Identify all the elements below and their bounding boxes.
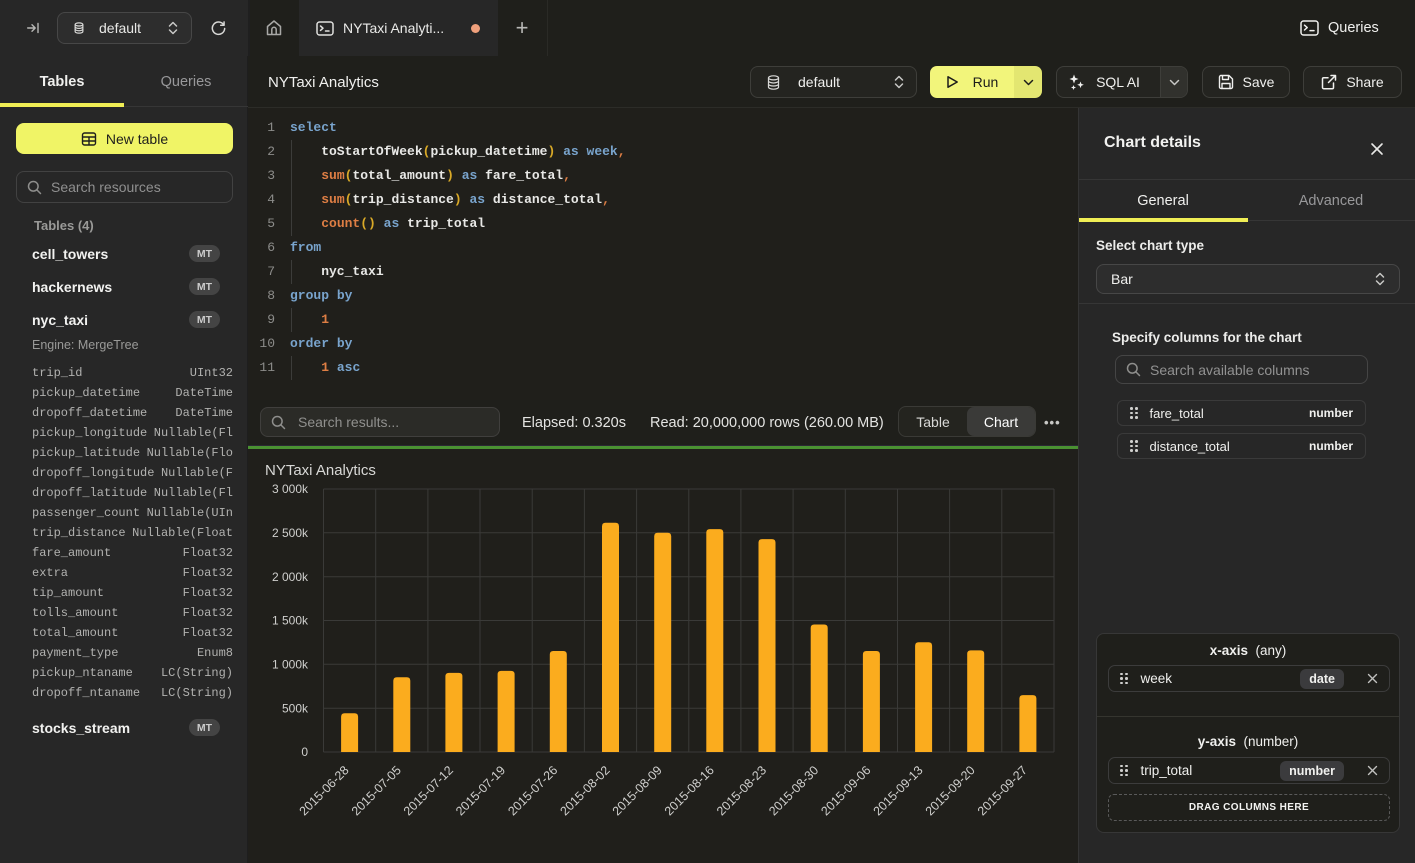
svg-text:2015-09-27: 2015-09-27: [975, 763, 1030, 818]
svg-text:NYTaxi Analytics: NYTaxi Analytics: [265, 462, 376, 479]
svg-text:2015-08-30: 2015-08-30: [766, 763, 821, 818]
svg-text:2015-08-23: 2015-08-23: [714, 763, 769, 818]
svg-text:2 000k: 2 000k: [272, 570, 309, 584]
svg-text:1 000k: 1 000k: [272, 658, 309, 672]
svg-text:2015-09-06: 2015-09-06: [818, 763, 873, 818]
svg-text:3 000k: 3 000k: [272, 482, 309, 496]
svg-text:2015-07-19: 2015-07-19: [453, 763, 508, 818]
svg-text:1 500k: 1 500k: [272, 614, 309, 628]
svg-text:2015-09-20: 2015-09-20: [923, 763, 978, 818]
svg-text:2015-09-13: 2015-09-13: [871, 763, 926, 818]
svg-text:2015-07-05: 2015-07-05: [349, 763, 404, 818]
svg-text:2 500k: 2 500k: [272, 526, 309, 540]
svg-text:2015-06-28: 2015-06-28: [297, 763, 352, 818]
svg-text:500k: 500k: [282, 701, 309, 715]
svg-text:2015-08-16: 2015-08-16: [662, 763, 717, 818]
svg-text:2015-07-26: 2015-07-26: [505, 763, 560, 818]
svg-text:0: 0: [301, 745, 308, 759]
svg-text:2015-08-09: 2015-08-09: [610, 763, 665, 818]
svg-text:2015-07-12: 2015-07-12: [401, 763, 456, 818]
svg-text:2015-08-02: 2015-08-02: [558, 763, 613, 818]
